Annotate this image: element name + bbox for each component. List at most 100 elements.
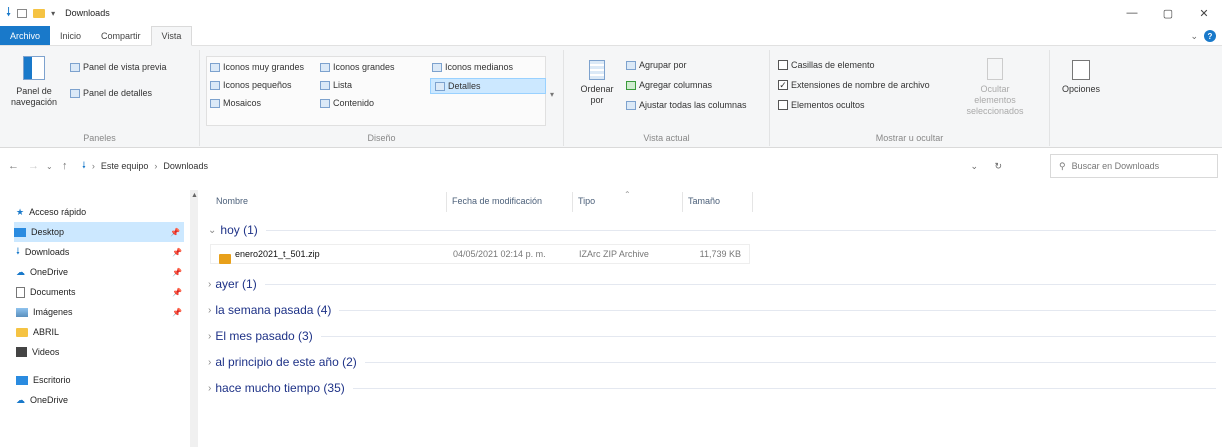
nav-item-desktop[interactable]: Desktop 📌 [14, 222, 184, 242]
nav-label: Acceso rápido [29, 207, 87, 217]
panel-navegacion-button[interactable]: Panel de navegación [4, 56, 64, 108]
tab-compartir[interactable]: Compartir [91, 26, 151, 45]
crumb-downloads[interactable]: Downloads [163, 161, 208, 171]
customize-qat-icon[interactable]: ▾ [51, 9, 55, 18]
video-icon [16, 347, 27, 357]
tiles-icon [210, 98, 220, 108]
add-columns-button[interactable]: Agregar columnas [626, 80, 712, 90]
minimize-button[interactable]: — [1114, 0, 1150, 26]
options-label: Opciones [1061, 84, 1101, 94]
hidden-items-label: Elementos ocultos [791, 100, 865, 110]
group-header[interactable]: › la semana pasada (4) [208, 300, 1216, 320]
column-fecha[interactable]: Fecha de modificación [452, 190, 542, 212]
search-placeholder: Buscar en Downloads [1071, 161, 1160, 171]
group-expanded-icon: ⌄ [208, 224, 217, 236]
layout-details[interactable]: Detalles [430, 78, 546, 94]
properties-icon[interactable] [17, 8, 28, 18]
window-controls: — ▢ ✕ [1114, 0, 1222, 26]
fit-columns-button[interactable]: Ajustar todas las columnas [626, 100, 747, 110]
sort-by-button[interactable]: Ordenar por [576, 60, 618, 106]
tab-vista[interactable]: Vista [150, 26, 193, 46]
file-row[interactable]: enero2021_t_501.zip 04/05/2021 02:14 p. … [210, 244, 750, 264]
breadcrumb[interactable]: 🠗 › Este equipo › Downloads ⌄ ↻ [82, 154, 1014, 178]
refresh-icon[interactable]: ↻ [994, 161, 1002, 172]
details-pane-label: Panel de detalles [83, 88, 153, 98]
group-collapsed-icon: › [208, 330, 212, 342]
tab-archivo[interactable]: Archivo [0, 26, 51, 45]
nav-item-documents[interactable]: Documents 📌 [16, 282, 186, 302]
item-checkboxes-toggle[interactable]: Casillas de elemento [778, 60, 875, 70]
group-header[interactable]: › hace mucho tiempo (35) [208, 378, 1216, 398]
crumb-este-equipo[interactable]: Este equipo [101, 161, 149, 171]
nav-item-downloads[interactable]: 🠗 Downloads 📌 [16, 242, 186, 262]
file-date: 04/05/2021 02:14 p. m. [453, 249, 546, 259]
nav-item-onedrive-2[interactable]: ☁ OneDrive [16, 390, 186, 410]
layout-list[interactable]: Lista [320, 80, 352, 90]
group-header[interactable]: ⌄ hoy (1) [208, 220, 1216, 240]
column-divider[interactable] [572, 192, 573, 212]
nav-item-escritorio[interactable]: Escritorio [16, 370, 186, 390]
nav-item-acceso-rapido[interactable]: ★ Acceso rápido [16, 202, 186, 222]
close-button[interactable]: ✕ [1186, 0, 1222, 26]
layout-medium-icons[interactable]: Iconos medianos [432, 62, 513, 72]
file-extensions-toggle[interactable]: ✓ Extensiones de nombre de archivo [778, 80, 930, 90]
column-divider[interactable] [682, 192, 683, 212]
nav-scrollbar[interactable]: ▲ [190, 190, 198, 447]
layout-xl-icons[interactable]: Iconos muy grandes [210, 62, 304, 72]
scroll-up-icon[interactable]: ▲ [191, 192, 198, 199]
address-dropdown-icon[interactable]: ⌄ [970, 161, 978, 172]
column-divider[interactable] [446, 192, 447, 212]
group-label: El mes pasado (3) [215, 329, 313, 343]
group-label: hace mucho tiempo (35) [215, 381, 345, 395]
pin-icon[interactable]: 📌 [172, 308, 182, 317]
address-bar-row: ← → ⌄ ↑ 🠗 › Este equipo › Downloads ⌄ ↻ … [0, 148, 1222, 184]
options-button[interactable]: Opciones [1056, 60, 1106, 95]
group-header[interactable]: › al principio de este año (2) [208, 352, 1216, 372]
layout-content[interactable]: Contenido [320, 98, 374, 108]
pin-icon[interactable]: 📌 [172, 248, 182, 257]
add-columns-icon [626, 80, 636, 90]
help-icon[interactable]: ? [1204, 30, 1216, 42]
column-tipo[interactable]: Tipo [578, 190, 595, 212]
group-collapsed-icon: › [208, 278, 212, 290]
hidden-items-checkbox[interactable] [778, 100, 788, 110]
hide-selected-button[interactable]: Ocultar elementos seleccionados [960, 58, 1030, 117]
column-divider[interactable] [752, 192, 753, 212]
pin-icon[interactable]: 📌 [170, 228, 180, 237]
recent-chevron-icon[interactable]: ⌄ [46, 162, 53, 171]
pin-icon[interactable]: 📌 [172, 268, 182, 277]
group-by-button[interactable]: Agrupar por [626, 60, 687, 70]
pictures-icon [16, 307, 28, 317]
layout-small-label: Iconos pequeños [223, 80, 292, 90]
up-arrow-icon[interactable]: ↑ [62, 160, 68, 172]
layout-large-icons[interactable]: Iconos grandes [320, 62, 395, 72]
download-arrow-icon[interactable]: 🠗 [6, 3, 11, 24]
pin-icon[interactable]: 📌 [172, 288, 182, 297]
item-checkboxes-checkbox[interactable] [778, 60, 788, 70]
folder-icon[interactable] [33, 8, 46, 18]
file-extensions-checkbox[interactable]: ✓ [778, 80, 788, 90]
collapse-ribbon-icon[interactable]: ⌄ [1190, 31, 1198, 42]
column-tamano[interactable]: Tamaño [688, 190, 720, 212]
column-nombre[interactable]: Nombre [216, 190, 248, 212]
group-header[interactable]: › ayer (1) [208, 274, 1216, 294]
gallery-more-icon[interactable]: ▾ [550, 90, 554, 99]
back-arrow-icon[interactable]: ← [8, 160, 19, 172]
layout-tiles[interactable]: Mosaicos [210, 98, 261, 108]
nav-item-onedrive[interactable]: ☁ OneDrive 📌 [16, 262, 186, 282]
group-header[interactable]: › El mes pasado (3) [208, 326, 1216, 346]
hidden-items-toggle[interactable]: Elementos ocultos [778, 100, 865, 110]
nav-item-imagenes[interactable]: Imágenes 📌 [16, 302, 186, 322]
layout-small-icons[interactable]: Iconos pequeños [210, 80, 292, 90]
tab-inicio[interactable]: Inicio [50, 26, 91, 45]
search-input[interactable]: ⚲ Buscar en Downloads [1050, 154, 1218, 178]
details-pane-button[interactable]: Panel de detalles [70, 88, 152, 98]
maximize-button[interactable]: ▢ [1150, 0, 1186, 26]
nav-item-abril[interactable]: ABRIL [16, 322, 186, 342]
group-by-label: Agrupar por [639, 60, 687, 70]
group-divider [352, 387, 1216, 389]
xl-icons-icon [210, 62, 220, 72]
preview-pane-button[interactable]: Panel de vista previa [70, 62, 167, 72]
forward-arrow-icon[interactable]: → [28, 160, 39, 172]
nav-item-videos[interactable]: Videos [16, 342, 186, 362]
